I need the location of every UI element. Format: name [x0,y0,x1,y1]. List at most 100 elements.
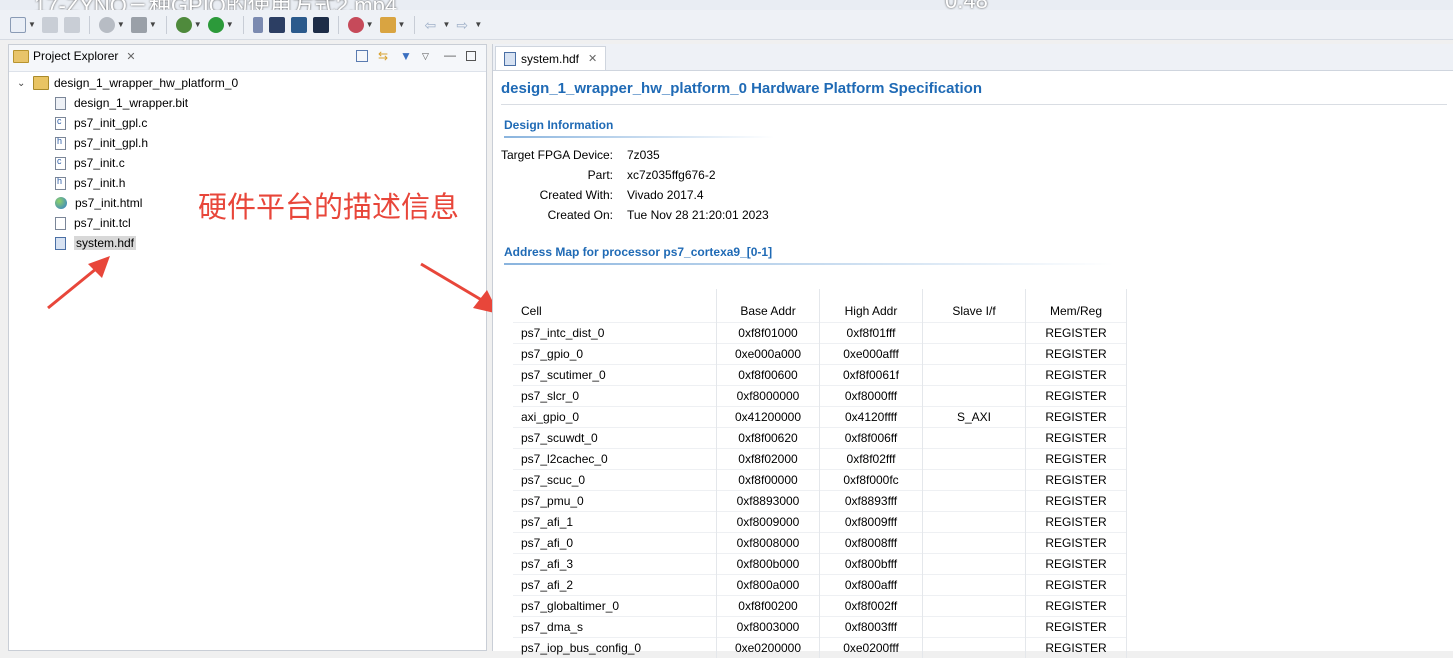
mem-reg: REGISTER [1026,386,1127,407]
mem-reg: REGISTER [1026,365,1127,386]
tab-label: Project Explorer [33,49,118,63]
table-row: ps7_pmu_00xf88930000xf8893fffREGISTER [513,491,1127,512]
chevron-down-icon[interactable]: ▼ [28,20,36,29]
maximize-icon[interactable] [466,51,476,61]
pin-icon[interactable] [253,17,263,33]
video-title: 17-ZYNQ三种GPIO的使用方式2.mp4 [34,0,397,10]
file-name: ps7_init.h [74,176,125,190]
project-explorer-icon [13,50,29,63]
build-icon[interactable] [99,17,115,33]
mem-reg: REGISTER [1026,617,1127,638]
save-icon[interactable] [42,17,58,33]
base-addr: 0xf800b000 [717,554,820,575]
high-addr: 0xe0200fff [820,638,923,658]
mem-reg: REGISTER [1026,449,1127,470]
column-header-slave-if: Slave I/f [923,289,1026,323]
terminal-icon[interactable] [269,17,285,33]
filter-icon[interactable]: ▼ [400,50,412,62]
debug-icon[interactable] [176,17,192,33]
tcl-file-icon [55,217,66,230]
close-icon[interactable]: ✕ [126,50,135,63]
console-icon[interactable] [313,17,329,33]
mem-reg: REGISTER [1026,575,1127,596]
settings-icon[interactable] [348,17,364,33]
slave-if [923,575,1026,596]
chevron-down-icon[interactable]: ▼ [226,20,234,29]
mem-reg: REGISTER [1026,533,1127,554]
minimize-icon[interactable]: — [444,50,456,62]
mem-reg: REGISTER [1026,512,1127,533]
high-addr: 0xf8008fff [820,533,923,554]
cell-name: ps7_l2cachec_0 [513,449,717,470]
slave-if [923,428,1026,449]
chevron-down-icon[interactable]: ▼ [398,20,406,29]
slave-if [923,512,1026,533]
new-icon[interactable] [10,17,26,33]
design-info-underline [504,136,774,138]
tree-file-c[interactable]: ps7_init_gpl.c [9,113,486,133]
info-row: Target FPGA Device: 7z035 [493,148,927,168]
chevron-down-icon[interactable]: ▼ [149,20,157,29]
forward-icon[interactable]: ⇨ [456,17,472,33]
chevron-down-icon[interactable]: ⌄ [17,78,29,89]
tab-system-hdf[interactable]: system.hdf ✕ [495,46,606,70]
link-with-editor-icon[interactable]: ⇆ [378,50,390,62]
tree-file-c[interactable]: ps7_init.c [9,153,486,173]
page-title: design_1_wrapper_hw_platform_0 Hardware … [501,80,982,97]
high-addr: 0xf8f002ff [820,596,923,617]
project-name: design_1_wrapper_hw_platform_0 [54,76,238,90]
high-addr: 0xf800bfff [820,554,923,575]
close-icon[interactable]: ✕ [588,52,597,65]
table-row: ps7_slcr_00xf80000000xf8000fffREGISTER [513,386,1127,407]
cell-name: ps7_slcr_0 [513,386,717,407]
h-file-icon [55,137,66,150]
view-menu-icon[interactable]: ▽ [422,50,434,62]
back-icon[interactable]: ⇦ [424,17,440,33]
mem-reg: REGISTER [1026,638,1127,658]
program-fpga-icon[interactable] [291,17,307,33]
html-file-icon [55,197,67,209]
table-row: ps7_afi_10xf80090000xf8009fffREGISTER [513,512,1127,533]
hammer-icon[interactable] [131,17,147,33]
chevron-down-icon[interactable]: ▼ [474,20,482,29]
chevron-down-icon[interactable]: ▼ [194,20,202,29]
save-all-icon[interactable] [64,17,80,33]
tree-root-project[interactable]: ⌄ design_1_wrapper_hw_platform_0 [9,73,486,93]
main-toolbar: ▼ ▼ ▼ ▼ ▼ ▼ ▼ ⇦▼ ⇨▼ [0,10,1453,40]
bit-file-icon [55,97,66,110]
tree-file-hdf-selected[interactable]: system.hdf [9,233,486,253]
column-header-high-addr: High Addr [820,289,923,323]
info-label: Part: [493,168,627,188]
base-addr: 0xf8f00000 [717,470,820,491]
project-explorer-panel: Project Explorer ✕ ⇆ ▼ ▽ — ⌄ design_1_wr… [8,44,487,651]
slave-if [923,554,1026,575]
mem-reg: REGISTER [1026,596,1127,617]
toolbar-separator [89,16,90,34]
column-header-mem-reg: Mem/Reg [1026,289,1127,323]
chevron-down-icon[interactable]: ▼ [117,20,125,29]
annotation-text: 硬件平台的描述信息 [198,184,459,226]
mem-reg: REGISTER [1026,491,1127,512]
editor-panel: system.hdf ✕ design_1_wrapper_hw_platfor… [492,44,1453,651]
collapse-all-icon[interactable] [356,50,368,62]
base-addr: 0xf8f02000 [717,449,820,470]
high-addr: 0xf8f02fff [820,449,923,470]
info-value: 7z035 [627,148,927,168]
run-icon[interactable] [208,17,224,33]
address-map-body: ps7_intc_dist_00xf8f010000xf8f01fffREGIS… [513,323,1127,658]
tree-file-bit[interactable]: design_1_wrapper.bit [9,93,486,113]
chevron-down-icon[interactable]: ▼ [442,20,450,29]
video-time: 0:48 [945,0,988,10]
tree-file-h[interactable]: ps7_init_gpl.h [9,133,486,153]
tab-project-explorer[interactable]: Project Explorer ✕ [13,49,136,63]
slave-if: S_AXI [923,407,1026,428]
title-strip: 17-ZYNQ三种GPIO的使用方式2.mp4 0:48 [0,0,1453,10]
mem-reg: REGISTER [1026,470,1127,491]
chevron-down-icon[interactable]: ▼ [366,20,374,29]
table-row: ps7_afi_20xf800a0000xf800afffREGISTER [513,575,1127,596]
table-row: ps7_scuc_00xf8f000000xf8f000fcREGISTER [513,470,1127,491]
tab-label: system.hdf [521,52,579,66]
tools-icon[interactable] [380,17,396,33]
cell-name: axi_gpio_0 [513,407,717,428]
project-folder-icon [33,76,49,90]
